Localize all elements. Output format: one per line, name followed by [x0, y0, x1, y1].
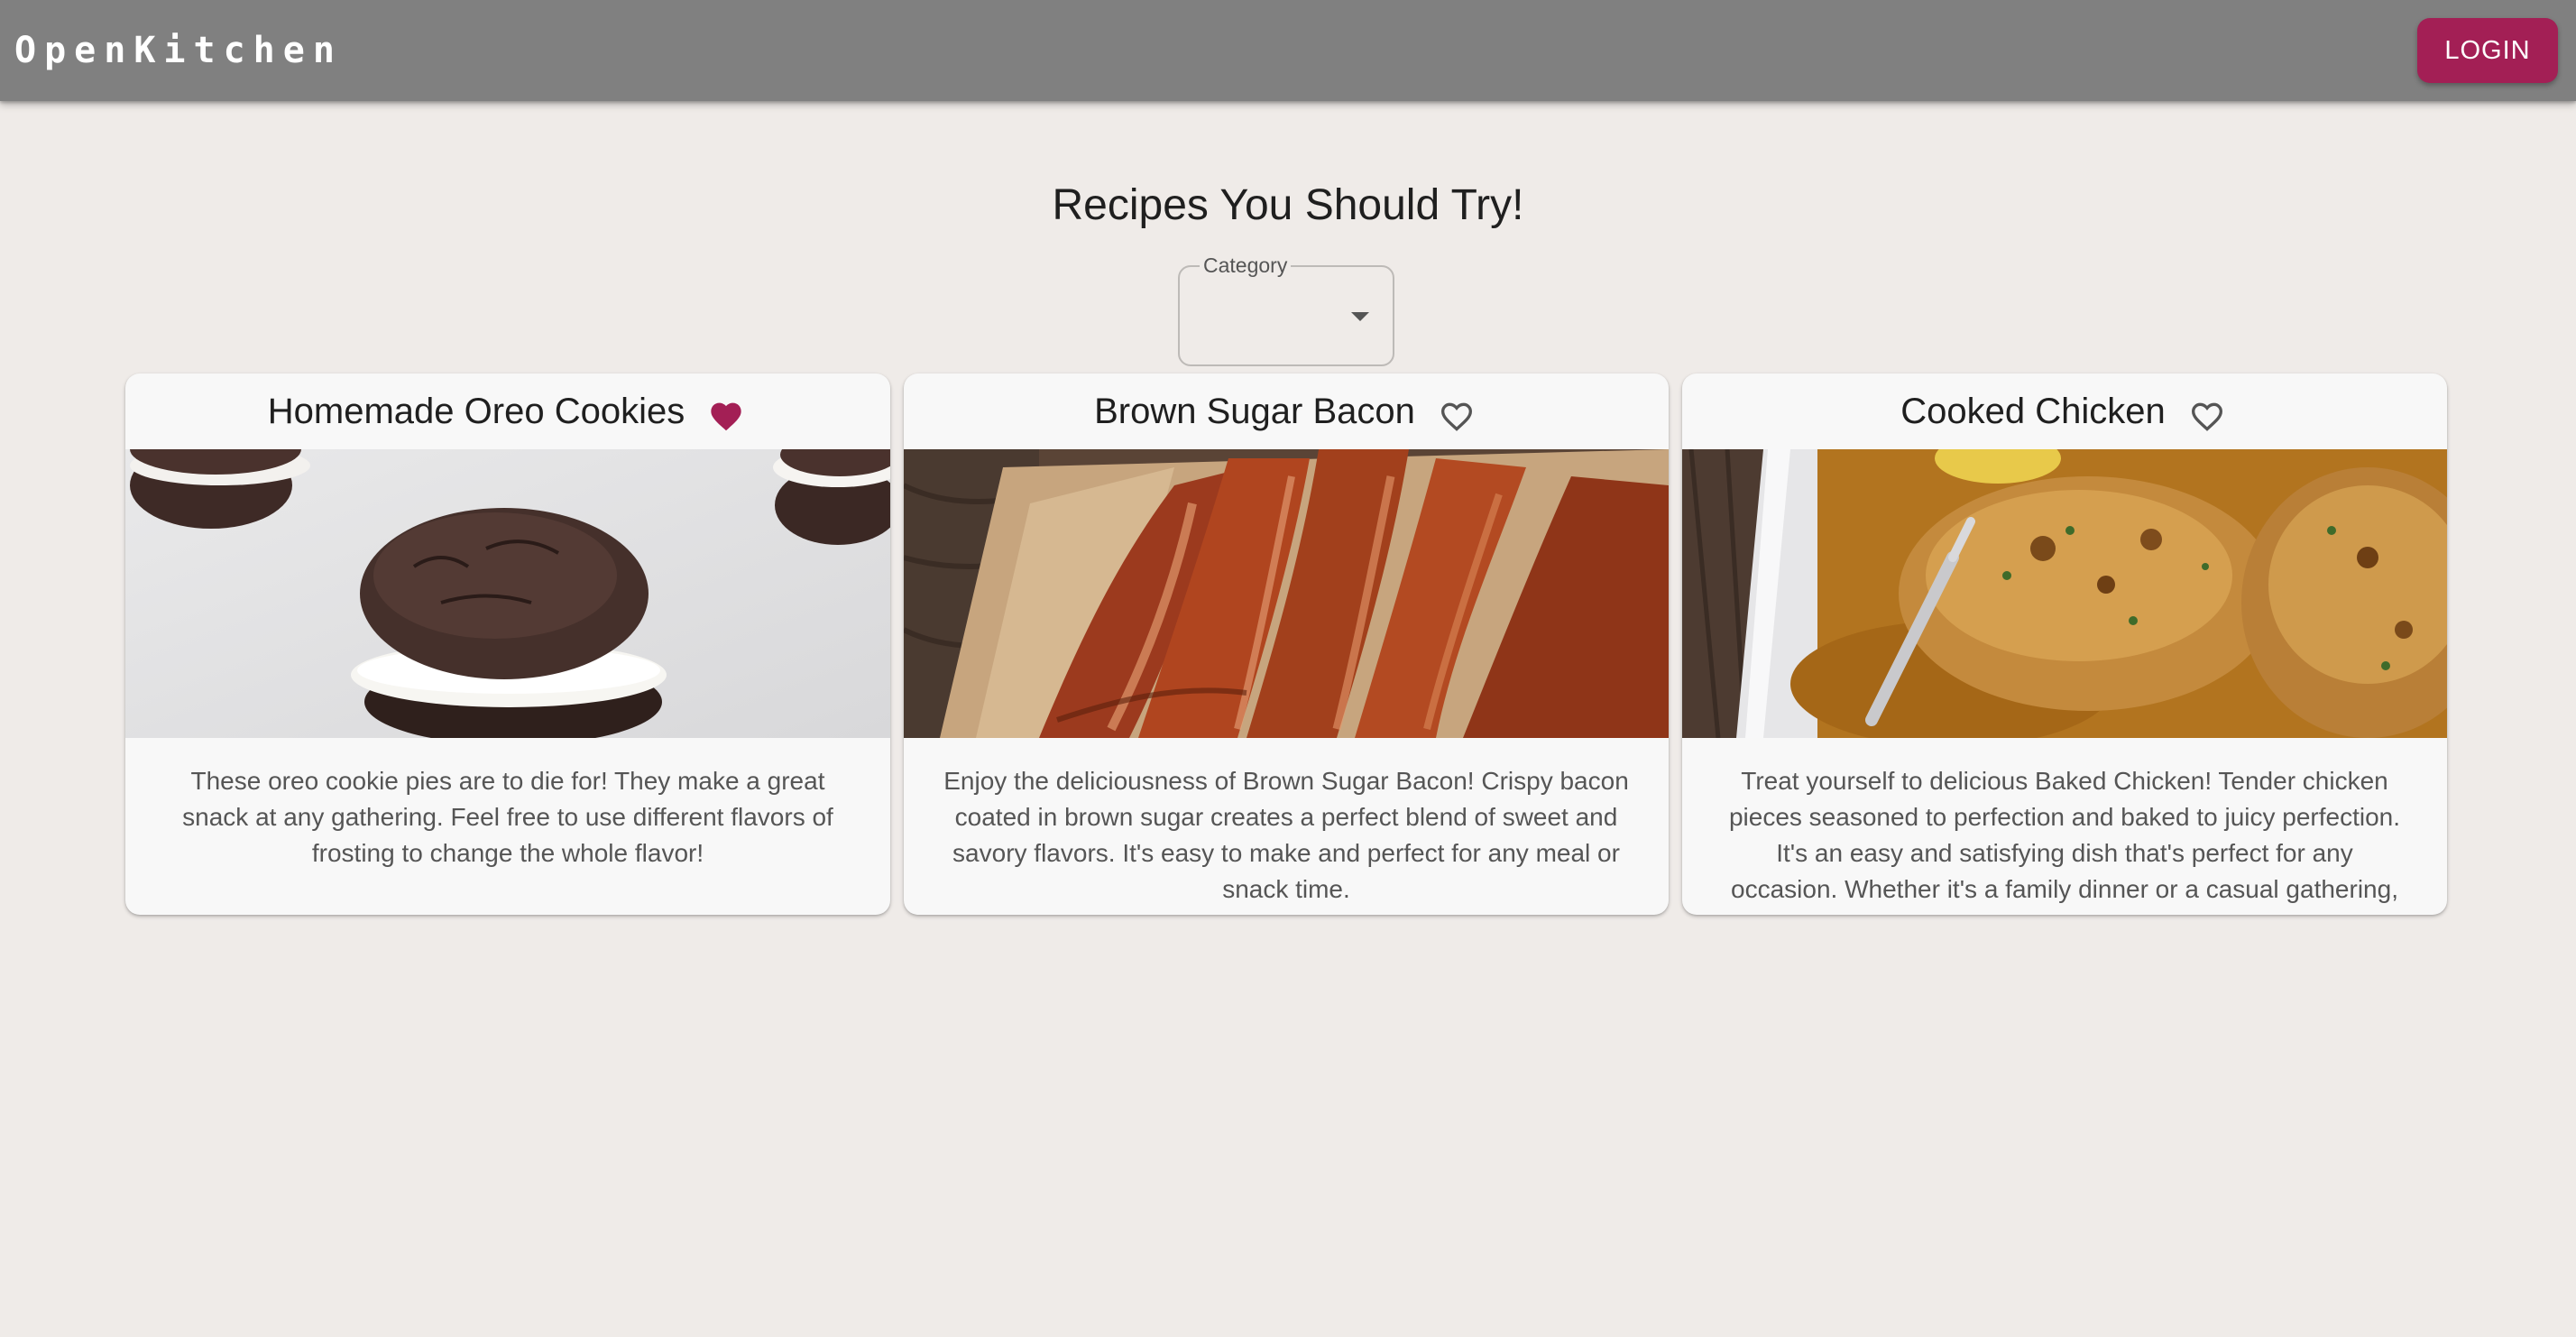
recipe-card-oreo-cookies[interactable]: Homemade Oreo Cookies These oreo cookie …: [125, 373, 890, 915]
page-title: Recipes You Should Try!: [1052, 181, 1524, 229]
oreo-cookie-pie-photo[interactable]: [125, 449, 890, 738]
recipe-title[interactable]: Cooked Chicken: [1900, 389, 2166, 434]
recipe-description: Treat yourself to delicious Baked Chicke…: [1728, 767, 2401, 903]
baked-chicken-photo[interactable]: [1682, 449, 2447, 738]
app-bar: OpenKitchen LOGIN: [0, 0, 2576, 101]
bacon-photo[interactable]: [904, 449, 1669, 738]
favorite-heart-outline-icon[interactable]: [1435, 393, 1478, 437]
recipe-card-brown-sugar-bacon[interactable]: Brown Sugar Bacon Enjoy the deliciousnes…: [904, 373, 1669, 915]
login-button[interactable]: LOGIN: [2417, 18, 2558, 83]
dropdown-arrow-icon[interactable]: [1351, 312, 1369, 321]
recipe-description: These oreo cookie pies are to die for! T…: [182, 767, 833, 867]
card-header: Cooked Chicken: [1682, 373, 2447, 449]
recipe-title[interactable]: Brown Sugar Bacon: [1094, 389, 1415, 434]
favorite-heart-outline-icon[interactable]: [2185, 393, 2229, 437]
category-select[interactable]: Category: [1178, 253, 1394, 366]
category-label: Category: [1200, 253, 1292, 278]
card-header: Homemade Oreo Cookies: [125, 373, 890, 449]
recipe-card-cooked-chicken[interactable]: Cooked Chicken Treat yourself to delicio…: [1682, 373, 2447, 915]
card-header: Brown Sugar Bacon: [904, 373, 1669, 449]
favorite-heart-filled-icon[interactable]: [704, 393, 748, 437]
recipe-title[interactable]: Homemade Oreo Cookies: [268, 389, 685, 434]
brand-logo[interactable]: OpenKitchen: [14, 27, 343, 74]
recipe-description: Enjoy the deliciousness of Brown Sugar B…: [943, 767, 1629, 903]
